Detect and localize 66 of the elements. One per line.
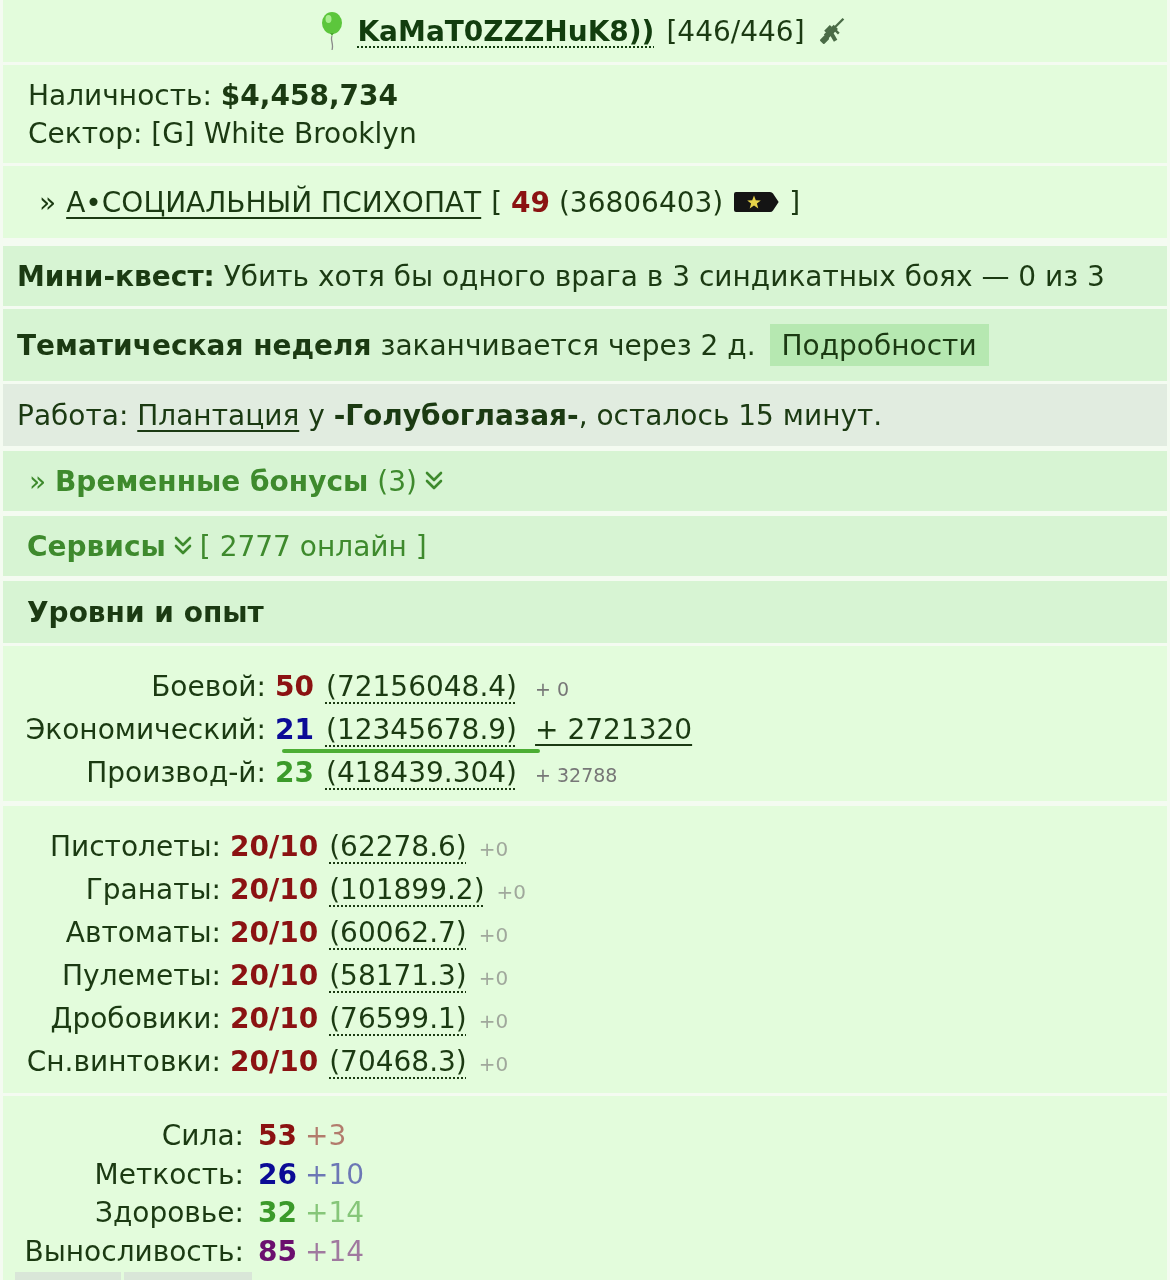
weapon-label: Автоматы: bbox=[64, 915, 221, 951]
theme-week-text: Тематическая неделя заканчивается через 2 д. bbox=[17, 328, 756, 362]
weapon-label: Дробовики: bbox=[49, 1001, 221, 1037]
experience-gain: +0 bbox=[478, 965, 509, 992]
weapon-label: Гранаты: bbox=[84, 872, 221, 908]
stat-bonus: +10 bbox=[304, 1156, 365, 1193]
experience-gain: +0 bbox=[478, 1008, 509, 1035]
rank-closing-bracket: ] bbox=[789, 185, 801, 219]
weapon-skill-value: 20/10 bbox=[230, 1001, 319, 1037]
weapon-label: Сн.винтовки: bbox=[25, 1044, 221, 1080]
rank-level: [ 49 (36806403) bbox=[491, 185, 724, 219]
star-badge-icon bbox=[733, 191, 780, 213]
section-title: Уровни и опыт bbox=[27, 595, 264, 629]
experience-gain: + 0 bbox=[535, 677, 570, 702]
details-button[interactable]: Подробности bbox=[769, 324, 989, 366]
level-value: 50 bbox=[275, 669, 314, 705]
experience-gain: +0 bbox=[496, 879, 527, 906]
weapon-skill-value: 20/10 bbox=[230, 915, 319, 951]
weapon-skill-value: 20/10 bbox=[230, 872, 319, 908]
level-value: 23 bbox=[275, 755, 314, 791]
rank-prefix: » bbox=[39, 185, 57, 219]
level-label: Экономический: bbox=[24, 712, 266, 748]
work-status: Работа: Плантация у -Голубоглазая-, осталось 15 минут. bbox=[17, 398, 883, 432]
stat-value: 53 bbox=[258, 1118, 297, 1154]
level-value: 21 bbox=[275, 712, 314, 748]
experience-points: (12345678.9) bbox=[325, 712, 518, 748]
cash-balance: Наличность: $4,458,734 bbox=[28, 78, 398, 114]
experience-gain: +0 bbox=[478, 1051, 509, 1078]
experience-gain[interactable]: + 2721320 bbox=[535, 708, 693, 751]
experience-points: (418439.304) bbox=[325, 755, 518, 791]
player-name[interactable]: KaMaT0ZZZHuK8)) bbox=[357, 14, 655, 48]
stat-value: 26 bbox=[258, 1156, 297, 1193]
experience-points: (58171.3) bbox=[329, 958, 467, 994]
weapon-skill-value: 20/10 bbox=[230, 1044, 319, 1080]
weapon-label: Пистолеты: bbox=[48, 829, 221, 865]
level-label: Боевой: bbox=[150, 669, 266, 705]
experience-points: (70468.3) bbox=[329, 1044, 467, 1080]
experience-gain: +0 bbox=[478, 836, 509, 863]
experience-points: (60062.7) bbox=[329, 915, 467, 951]
experience-gain: +0 bbox=[478, 922, 509, 949]
mini-quest-text: Мини-квест: Убить хотя бы одного врага в 3 синдикатных боях — 0 из 3 bbox=[17, 259, 1105, 293]
weapon-skill-value: 20/10 bbox=[230, 958, 319, 994]
experience-gain: + 32788 bbox=[535, 763, 618, 788]
experience-points: (72156048.4) bbox=[325, 669, 518, 705]
stat-label: Меткость: bbox=[93, 1156, 244, 1193]
health-counter: [446/446] bbox=[666, 14, 805, 48]
sector-info: Сектор: [G] White Brooklyn bbox=[28, 116, 417, 152]
job-link[interactable]: Плантация bbox=[137, 398, 300, 432]
balloon-icon bbox=[321, 12, 344, 50]
online-count: [ 2777 онлайн ] bbox=[199, 529, 427, 563]
experience-points: (101899.2) bbox=[329, 872, 485, 908]
rank-title-link[interactable]: А•СОЦИАЛЬНЫЙ ПСИХОПАТ bbox=[66, 185, 482, 219]
stat-bonus: +3 bbox=[304, 1118, 347, 1154]
stat-label: Выносливость: bbox=[23, 1233, 244, 1270]
experience-points: (62278.6) bbox=[329, 829, 467, 865]
experience-points: (76599.1) bbox=[329, 1001, 467, 1037]
stat-bonus: +14 bbox=[304, 1195, 365, 1231]
weapon-skill-value: 20/10 bbox=[230, 829, 319, 865]
stat-label: Сила: bbox=[160, 1118, 244, 1154]
level-label: Производ-й: bbox=[85, 755, 266, 791]
stat-value: 85 bbox=[258, 1233, 297, 1270]
weapon-label: Пулеметы: bbox=[61, 958, 221, 994]
stat-bonus: +14 bbox=[304, 1233, 365, 1270]
stat-value: 32 bbox=[258, 1195, 297, 1231]
services-toggle[interactable]: Сервисы bbox=[27, 529, 192, 563]
stat-label: Здоровье: bbox=[94, 1195, 244, 1231]
